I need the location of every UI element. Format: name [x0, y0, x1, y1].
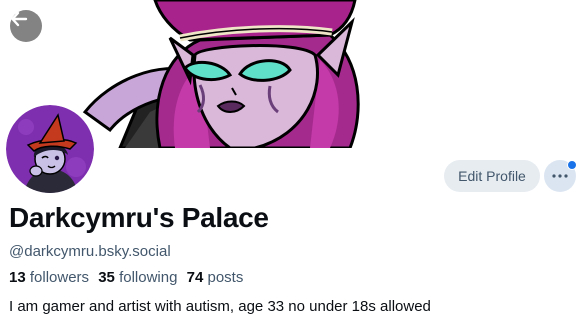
followers-link[interactable]: 13 followers: [9, 269, 89, 286]
posts-count: 74: [186, 269, 204, 286]
profile-bio: I am gamer and artist with autism, age 3…: [9, 298, 431, 315]
following-count: 35: [98, 269, 115, 286]
profile-handle: @darkcymru.bsky.social: [9, 243, 171, 260]
following-link[interactable]: 35 following: [98, 269, 177, 286]
avatar: [6, 105, 94, 193]
edit-profile-button[interactable]: Edit Profile: [444, 160, 540, 192]
arrow-left-icon: [11, 11, 28, 27]
followers-count: 13: [9, 269, 26, 286]
notification-dot-icon: [567, 160, 577, 170]
following-label: following: [119, 269, 178, 286]
profile-display-name: Darkcymru's Palace: [9, 202, 269, 233]
posts-label: posts: [207, 269, 244, 286]
posts-stat: 74 posts: [187, 269, 244, 286]
ellipsis-icon: [552, 174, 568, 178]
followers-label: followers: [29, 269, 90, 286]
profile-stats: 13 followers 35 following 74 posts: [9, 269, 248, 286]
back-button[interactable]: [10, 10, 42, 42]
avatar-container[interactable]: [4, 103, 96, 195]
